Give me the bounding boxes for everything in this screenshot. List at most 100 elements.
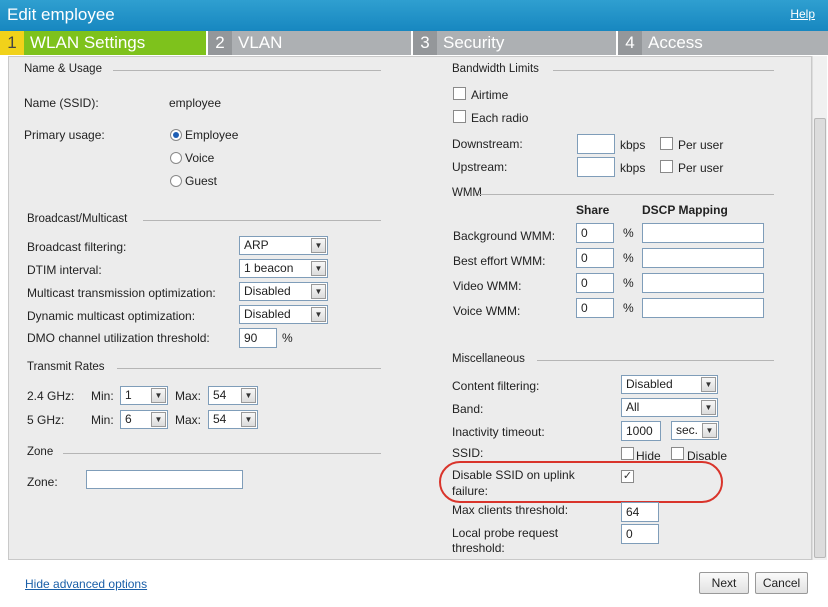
rate-24ghz-min-select[interactable]: 1 ▼ [120,386,168,405]
max-label: Max: [175,413,202,427]
section-bandwidth-limits: Bandwidth Limits [452,63,539,75]
section-name-usage: Name & Usage [24,63,102,75]
video-wmm-dscp-input[interactable] [642,273,764,293]
chevron-down-icon: ▼ [151,388,166,403]
zone-input[interactable] [86,470,243,489]
airtime-label: Airtime [471,88,509,102]
tab-number: 1 [0,31,24,55]
multicast-optimization-select[interactable]: Disabled ▼ [239,282,328,301]
section-divider [113,70,381,71]
dtim-select[interactable]: 1 beacon ▼ [239,259,328,278]
wmm-row-label: Best effort WMM: [453,254,546,268]
section-miscellaneous: Miscellaneous [452,353,525,365]
probe-threshold-label-line1: Local probe request [452,526,559,540]
best-effort-wmm-share-input[interactable]: 0 [576,248,614,268]
chevron-down-icon: ▼ [701,377,716,392]
multicast-optimization-label: Multicast transmission optimization: [27,286,216,300]
next-button[interactable]: Next [699,572,749,594]
voice-wmm-share-input[interactable]: 0 [576,298,614,318]
usage-voice-radio[interactable] [170,152,182,164]
upstream-unit: kbps [620,161,646,175]
background-wmm-dscp-input[interactable] [642,223,764,243]
downstream-per-user-checkbox[interactable] [660,137,673,150]
section-wmm: WMM [452,187,483,199]
upstream-input[interactable] [577,157,615,177]
tab-vlan[interactable]: 2 VLAN [208,31,411,55]
window-title: Edit employee [7,5,115,24]
video-wmm-share-input[interactable]: 0 [576,273,614,293]
content-filtering-label: Content filtering: [452,379,540,393]
voice-wmm-dscp-input[interactable] [642,298,764,318]
downstream-label: Downstream: [452,137,523,151]
inactivity-timeout-label: Inactivity timeout: [452,425,545,439]
section-divider [63,453,381,454]
per-user-label: Per user [678,138,724,152]
tab-access[interactable]: 4 Access [618,31,828,55]
cancel-button[interactable]: Cancel [755,572,808,594]
usage-guest-radio[interactable] [170,175,182,187]
broadcast-filtering-select[interactable]: ARP ▼ [239,236,328,255]
downstream-unit: kbps [620,138,646,152]
scrollbar-thumb[interactable] [814,118,826,558]
best-effort-wmm-dscp-input[interactable] [642,248,764,268]
broadcast-filtering-label: Broadcast filtering: [27,240,127,254]
usage-voice-label: Voice [185,151,215,165]
percent-unit: % [623,251,634,265]
chevron-down-icon: ▼ [702,423,717,438]
inactivity-unit-select[interactable]: sec. ▼ [671,421,719,440]
downstream-input[interactable] [577,134,615,154]
tab-wlan-settings[interactable]: 1 WLAN Settings [0,31,206,55]
scrollbar[interactable] [812,56,827,560]
chevron-down-icon: ▼ [151,412,166,427]
help-link[interactable]: Help [790,7,815,21]
ssid-disable-checkbox[interactable] [671,447,684,460]
tab-label: VLAN [238,33,283,52]
background-wmm-share-input[interactable]: 0 [576,223,614,243]
dmo-threshold-input[interactable]: 90 [239,328,277,348]
select-value: 1 [125,388,132,402]
ssid-hide-checkbox[interactable] [621,447,634,460]
section-broadcast-multicast: Broadcast/Multicast [27,213,128,225]
usage-employee-label: Employee [185,128,239,142]
content-filtering-select[interactable]: Disabled ▼ [621,375,718,394]
wmm-row-label: Voice WMM: [453,304,521,318]
ssid-label: Name (SSID): [24,96,99,110]
select-value: sec. [676,423,699,437]
band-label: Band: [452,402,484,416]
min-label: Min: [91,413,114,427]
max-clients-input[interactable]: 64 [621,502,659,522]
probe-threshold-label-line2: threshold: [452,541,505,555]
window-titlebar [0,0,828,31]
section-divider [478,194,774,195]
section-divider [553,70,774,71]
tab-number: 4 [618,31,642,55]
inactivity-timeout-input[interactable]: 1000 [621,421,661,441]
select-value: Disabled [244,307,291,321]
rate-5ghz-max-select[interactable]: 54 ▼ [208,410,258,429]
rate-5ghz-label: 5 GHz: [27,413,65,427]
highlight-annotation [439,461,723,503]
wmm-share-header: Share [576,203,610,217]
select-value: 6 [125,412,132,426]
upstream-per-user-checkbox[interactable] [660,160,673,173]
hide-advanced-options-link[interactable]: Hide advanced options [25,577,147,591]
wmm-row-label: Background WMM: [453,229,556,243]
band-select[interactable]: All ▼ [621,398,718,417]
rate-5ghz-min-select[interactable]: 6 ▼ [120,410,168,429]
chevron-down-icon: ▼ [241,388,256,403]
ssid-misc-label: SSID: [452,446,484,460]
rate-24ghz-max-select[interactable]: 54 ▼ [208,386,258,405]
per-user-label: Per user [678,161,724,175]
airtime-checkbox[interactable] [453,87,466,100]
probe-threshold-input[interactable]: 0 [621,524,659,544]
tab-label: WLAN Settings [30,33,146,52]
each-radio-checkbox[interactable] [453,110,466,123]
section-divider [117,368,381,369]
tab-number: 2 [208,31,232,55]
section-divider [537,360,774,361]
percent-unit: % [623,226,634,240]
usage-employee-radio[interactable] [170,129,182,141]
dynamic-multicast-select[interactable]: Disabled ▼ [239,305,328,324]
tab-security[interactable]: 3 Security [413,31,616,55]
primary-usage-label: Primary usage: [24,128,105,142]
